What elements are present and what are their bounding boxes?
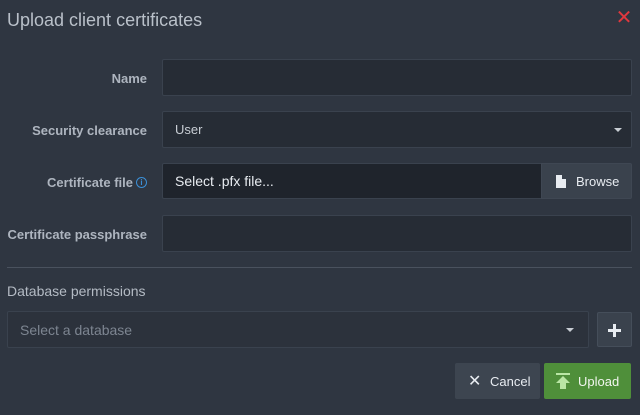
upload-icon — [556, 373, 570, 389]
file-icon — [556, 175, 566, 188]
info-icon[interactable]: i — [136, 177, 147, 189]
divider — [7, 267, 632, 268]
dialog-title: Upload client certificates — [7, 10, 203, 30]
browse-button-label: Browse — [576, 174, 620, 189]
chevron-down-icon — [614, 128, 622, 132]
close-icon: ✕ — [468, 373, 482, 390]
certificate-file-label: Certificate file i — [20, 175, 147, 190]
cancel-button-label: Cancel — [490, 374, 531, 389]
security-clearance-value: User — [175, 122, 203, 137]
security-clearance-select[interactable]: User — [162, 111, 632, 148]
certificate-passphrase-input[interactable] — [162, 215, 632, 252]
security-clearance-label: Security clearance — [32, 123, 147, 138]
database-permissions-heading: Database permissions — [7, 283, 146, 299]
upload-button[interactable]: Upload — [544, 363, 631, 399]
cancel-button[interactable]: ✕ Cancel — [455, 363, 540, 399]
browse-button[interactable]: Browse — [541, 163, 632, 199]
add-database-button[interactable] — [597, 312, 632, 347]
certificate-file-label-text: Certificate file — [47, 175, 133, 190]
name-input[interactable] — [162, 59, 632, 96]
plus-icon-vertical — [613, 324, 616, 337]
database-select[interactable]: Select a database — [7, 311, 589, 348]
database-select-placeholder: Select a database — [20, 322, 133, 338]
certificate-passphrase-label: Certificate passphrase — [7, 227, 147, 242]
upload-button-label: Upload — [578, 374, 620, 389]
name-label: Name — [111, 71, 147, 86]
close-icon[interactable]: ✕ — [614, 8, 634, 28]
certificate-file-placeholder: Select .pfx file... — [175, 173, 274, 189]
chevron-down-icon — [566, 328, 574, 332]
certificate-file-field[interactable]: Select .pfx file... — [162, 163, 542, 199]
